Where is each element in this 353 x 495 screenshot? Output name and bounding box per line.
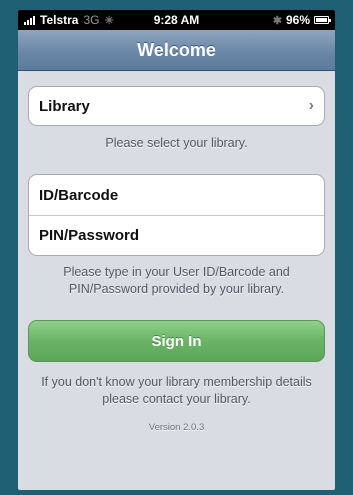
signal-icon [24, 15, 35, 25]
pin-password-label: PIN/Password [39, 227, 140, 244]
status-left: Telstra 3G ✳ [24, 13, 114, 27]
library-group: Library › [28, 86, 325, 126]
pin-password-field[interactable]: PIN/Password [29, 215, 324, 255]
library-select-cell[interactable]: Library › [29, 87, 324, 125]
id-barcode-field[interactable]: ID/Barcode [29, 175, 324, 215]
help-text: If you don't know your library membershi… [41, 375, 312, 406]
library-hint: Please select your library. [105, 136, 248, 150]
phone-screen: Telstra 3G ✳ 9:28 AM ✱ 96% Welcome Libra… [18, 10, 335, 490]
activity-spinner-icon: ✳ [104, 14, 114, 27]
battery-percent: 96% [285, 13, 310, 27]
page-title: Welcome [137, 39, 216, 60]
battery-icon [314, 16, 331, 24]
credentials-hint: Please type in your User ID/Barcode and … [63, 265, 290, 296]
sign-in-label: Sign In [151, 332, 202, 350]
sign-in-button[interactable]: Sign In [28, 320, 325, 362]
main-content: Library › Please select your library. ID… [18, 86, 335, 433]
bluetooth-icon: ✱ [272, 14, 282, 27]
id-barcode-label: ID/Barcode [39, 186, 119, 204]
chevron-right-icon: › [308, 97, 314, 114]
credentials-group: ID/Barcode PIN/Password [28, 174, 325, 256]
status-bar: Telstra 3G ✳ 9:28 AM ✱ 96% [18, 10, 335, 30]
network-type: 3G [83, 13, 100, 27]
version-label: Version 2.0.3 [148, 422, 205, 433]
status-right: ✱ 96% [272, 13, 331, 27]
nav-bar: Welcome [18, 30, 335, 71]
library-label: Library [39, 97, 90, 115]
carrier-name: Telstra [40, 13, 79, 27]
